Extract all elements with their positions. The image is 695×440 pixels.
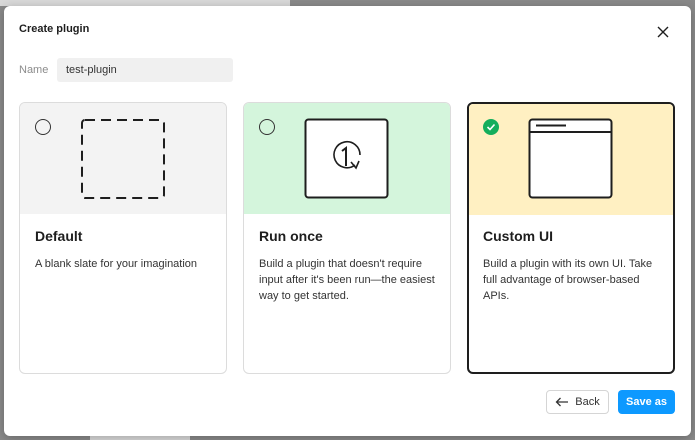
radio-button[interactable] bbox=[35, 119, 51, 135]
dashed-square-icon bbox=[81, 119, 165, 199]
card-title: Default bbox=[35, 228, 83, 244]
close-icon bbox=[657, 26, 669, 38]
card-hero bbox=[244, 103, 450, 214]
card-description: A blank slate for your imagination bbox=[35, 258, 198, 270]
card-hero bbox=[20, 103, 226, 214]
card-description: Build a plugin with its own UI. Take ful… bbox=[483, 258, 653, 302]
back-button[interactable]: Back bbox=[546, 390, 609, 414]
save-as-button[interactable]: Save as bbox=[618, 390, 675, 414]
option-card-custom-ui[interactable]: Custom UI Build a plugin with its own UI… bbox=[467, 102, 675, 374]
arrow-left-icon bbox=[555, 397, 569, 407]
background-app-bottom bbox=[90, 436, 190, 440]
plugin-name-input[interactable] bbox=[57, 58, 233, 82]
run-once-icon bbox=[304, 118, 389, 199]
card-description: Build a plugin that doesn't require inpu… bbox=[259, 258, 435, 302]
dialog-title: Create plugin bbox=[19, 23, 90, 35]
name-label: Name bbox=[19, 64, 49, 76]
option-card-run-once[interactable]: Run once Build a plugin that doesn't req… bbox=[243, 102, 451, 374]
window-icon bbox=[528, 118, 613, 199]
card-hero bbox=[469, 104, 673, 215]
card-title: Custom UI bbox=[483, 228, 553, 244]
option-card-default[interactable]: Default A blank slate for your imaginati… bbox=[19, 102, 227, 374]
close-button[interactable] bbox=[654, 23, 672, 41]
create-plugin-dialog: Create plugin Name Default A blank slate… bbox=[4, 6, 691, 436]
radio-button[interactable] bbox=[259, 119, 275, 135]
radio-button-checked[interactable] bbox=[483, 119, 499, 135]
checkmark-icon bbox=[486, 123, 496, 131]
back-label: Back bbox=[575, 396, 600, 408]
card-title: Run once bbox=[259, 228, 323, 244]
